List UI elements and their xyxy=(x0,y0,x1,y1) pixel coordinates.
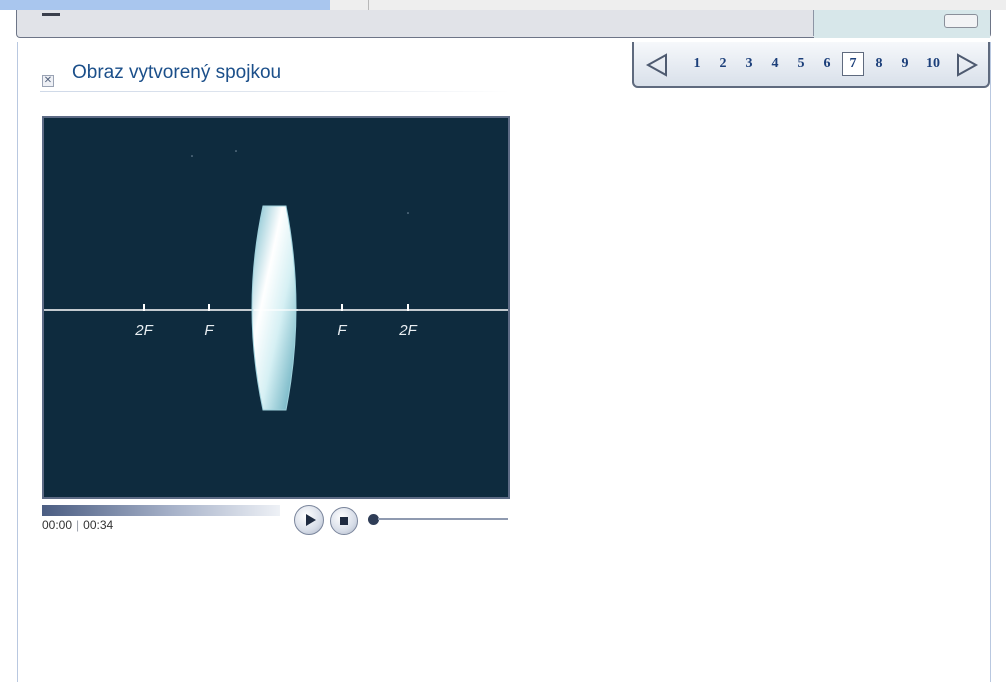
video-player[interactable]: 2F F F 2F xyxy=(42,116,510,499)
next-page-icon[interactable] xyxy=(954,52,980,78)
page-navigator: 1 2 3 4 5 6 7 8 9 10 xyxy=(632,42,990,88)
tab-strip xyxy=(330,0,1006,10)
title-underline xyxy=(40,91,510,92)
page-number-3[interactable]: 3 xyxy=(736,53,762,75)
page-number-6[interactable]: 6 xyxy=(814,53,840,75)
page-number-8[interactable]: 8 xyxy=(866,53,892,75)
label-right-2f: 2F xyxy=(398,322,417,339)
header-divider xyxy=(813,10,814,36)
menu-dash-icon[interactable] xyxy=(42,13,60,16)
page-number-5[interactable]: 5 xyxy=(788,53,814,75)
page-number-9[interactable]: 9 xyxy=(892,53,918,75)
volume-slider-track[interactable] xyxy=(378,518,508,520)
prev-page-icon[interactable] xyxy=(644,52,670,78)
page-number-7[interactable]: 7 xyxy=(842,52,864,76)
total-time: 00:34 xyxy=(83,518,114,532)
elapsed-time: 00:00 xyxy=(42,518,73,532)
time-separator: | xyxy=(76,518,80,532)
time-display: 00:00 | 00:34 xyxy=(42,518,113,532)
label-right-f: F xyxy=(337,322,347,339)
label-left-f: F xyxy=(204,322,214,339)
stop-icon xyxy=(340,517,348,525)
convex-lens xyxy=(251,205,297,411)
page-title: Obraz vytvorený spojkou xyxy=(72,62,282,83)
play-icon xyxy=(306,514,316,526)
lens-animation: 2F F F 2F xyxy=(44,150,508,411)
page-numbers: 1 2 3 4 5 6 7 8 9 10 xyxy=(684,52,948,76)
video-progress-bar[interactable] xyxy=(42,505,280,516)
header-small-button[interactable] xyxy=(944,14,978,28)
stop-button[interactable] xyxy=(330,507,358,535)
label-left-2f: 2F xyxy=(134,322,153,339)
play-button[interactable] xyxy=(294,505,324,535)
page-number-10[interactable]: 10 xyxy=(918,53,948,75)
close-icon[interactable]: ✕ xyxy=(42,75,54,87)
page-number-4[interactable]: 4 xyxy=(762,53,788,75)
active-tab-strip xyxy=(0,0,330,10)
lesson-header: ✕ Obraz vytvorený spojkou xyxy=(40,62,510,92)
page-number-1[interactable]: 1 xyxy=(684,53,710,75)
top-window-bar xyxy=(0,0,1006,42)
page-number-2[interactable]: 2 xyxy=(710,53,736,75)
